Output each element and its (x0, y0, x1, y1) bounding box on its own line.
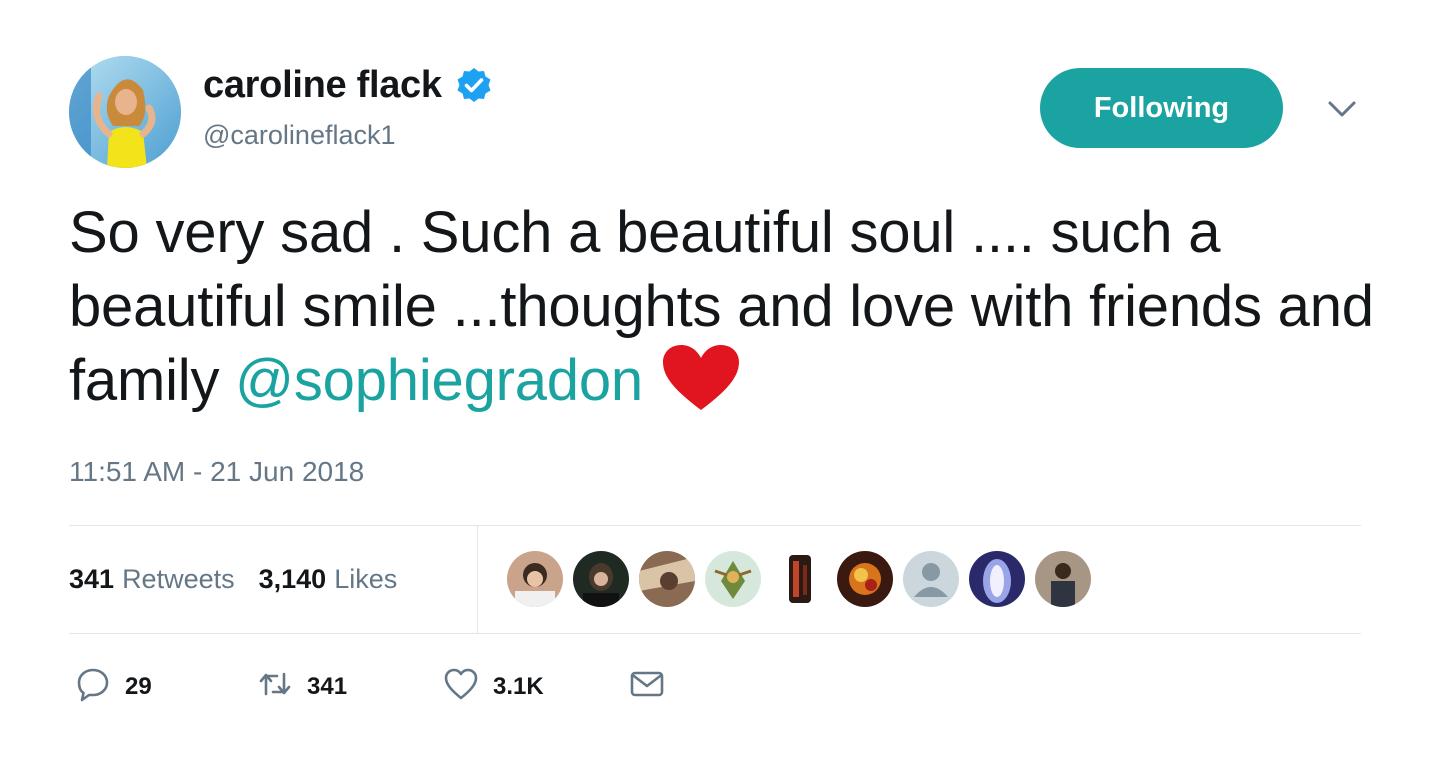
retweets-count: 341 (69, 564, 115, 594)
like-count: 3.1K (493, 672, 544, 700)
likes-label: Likes (334, 564, 398, 594)
red-heart-emoji-icon (661, 344, 741, 412)
liker-avatar[interactable] (573, 551, 629, 607)
liker-avatar[interactable] (705, 551, 761, 607)
user-handle[interactable]: @carolineflack1 (203, 120, 396, 151)
liker-avatar[interactable] (771, 551, 827, 607)
chevron-down-icon[interactable] (1326, 97, 1358, 121)
retweet-button[interactable]: 341 (257, 666, 443, 707)
stats-separator (477, 526, 478, 633)
tweet-timestamp[interactable]: 11:51 AM - 21 Jun 2018 (69, 456, 364, 488)
liker-avatar[interactable] (507, 551, 563, 607)
retweets-stat[interactable]: 341 Retweets (69, 564, 235, 595)
reply-icon (75, 666, 111, 707)
likes-stat[interactable]: 3,140 Likes (259, 564, 398, 595)
likes-count: 3,140 (258, 564, 327, 594)
verified-badge-icon (454, 66, 494, 106)
direct-message-button[interactable] (629, 666, 665, 707)
divider (69, 633, 1361, 634)
tweet-text: So very sad . Such a beautiful soul ....… (69, 196, 1379, 418)
name-row: caroline flack (203, 64, 494, 107)
following-button[interactable]: Following (1040, 68, 1283, 148)
liker-avatar[interactable] (1035, 551, 1091, 607)
profile-avatar[interactable] (69, 56, 181, 168)
like-button[interactable]: 3.1K (443, 666, 629, 707)
liker-avatar[interactable] (639, 551, 695, 607)
liker-avatar[interactable] (969, 551, 1025, 607)
heart-icon (443, 666, 479, 707)
tweet-stats: 341 Retweets 3,140 Likes (69, 526, 1361, 633)
retweets-label: Retweets (122, 564, 235, 594)
display-name[interactable]: caroline flack (203, 64, 442, 107)
liker-avatars (507, 551, 1091, 607)
liker-avatar[interactable] (903, 551, 959, 607)
tweet-actions: 29 341 3.1K (75, 666, 665, 707)
reply-count: 29 (125, 672, 152, 700)
mention-link[interactable]: @sophiegradon (235, 348, 643, 413)
retweet-count: 341 (307, 672, 348, 700)
liker-avatar[interactable] (837, 551, 893, 607)
envelope-icon (629, 666, 665, 707)
reply-button[interactable]: 29 (75, 666, 257, 707)
tweet-card: caroline flack @carolineflack1 Following… (0, 0, 1440, 762)
retweet-icon (257, 666, 293, 707)
